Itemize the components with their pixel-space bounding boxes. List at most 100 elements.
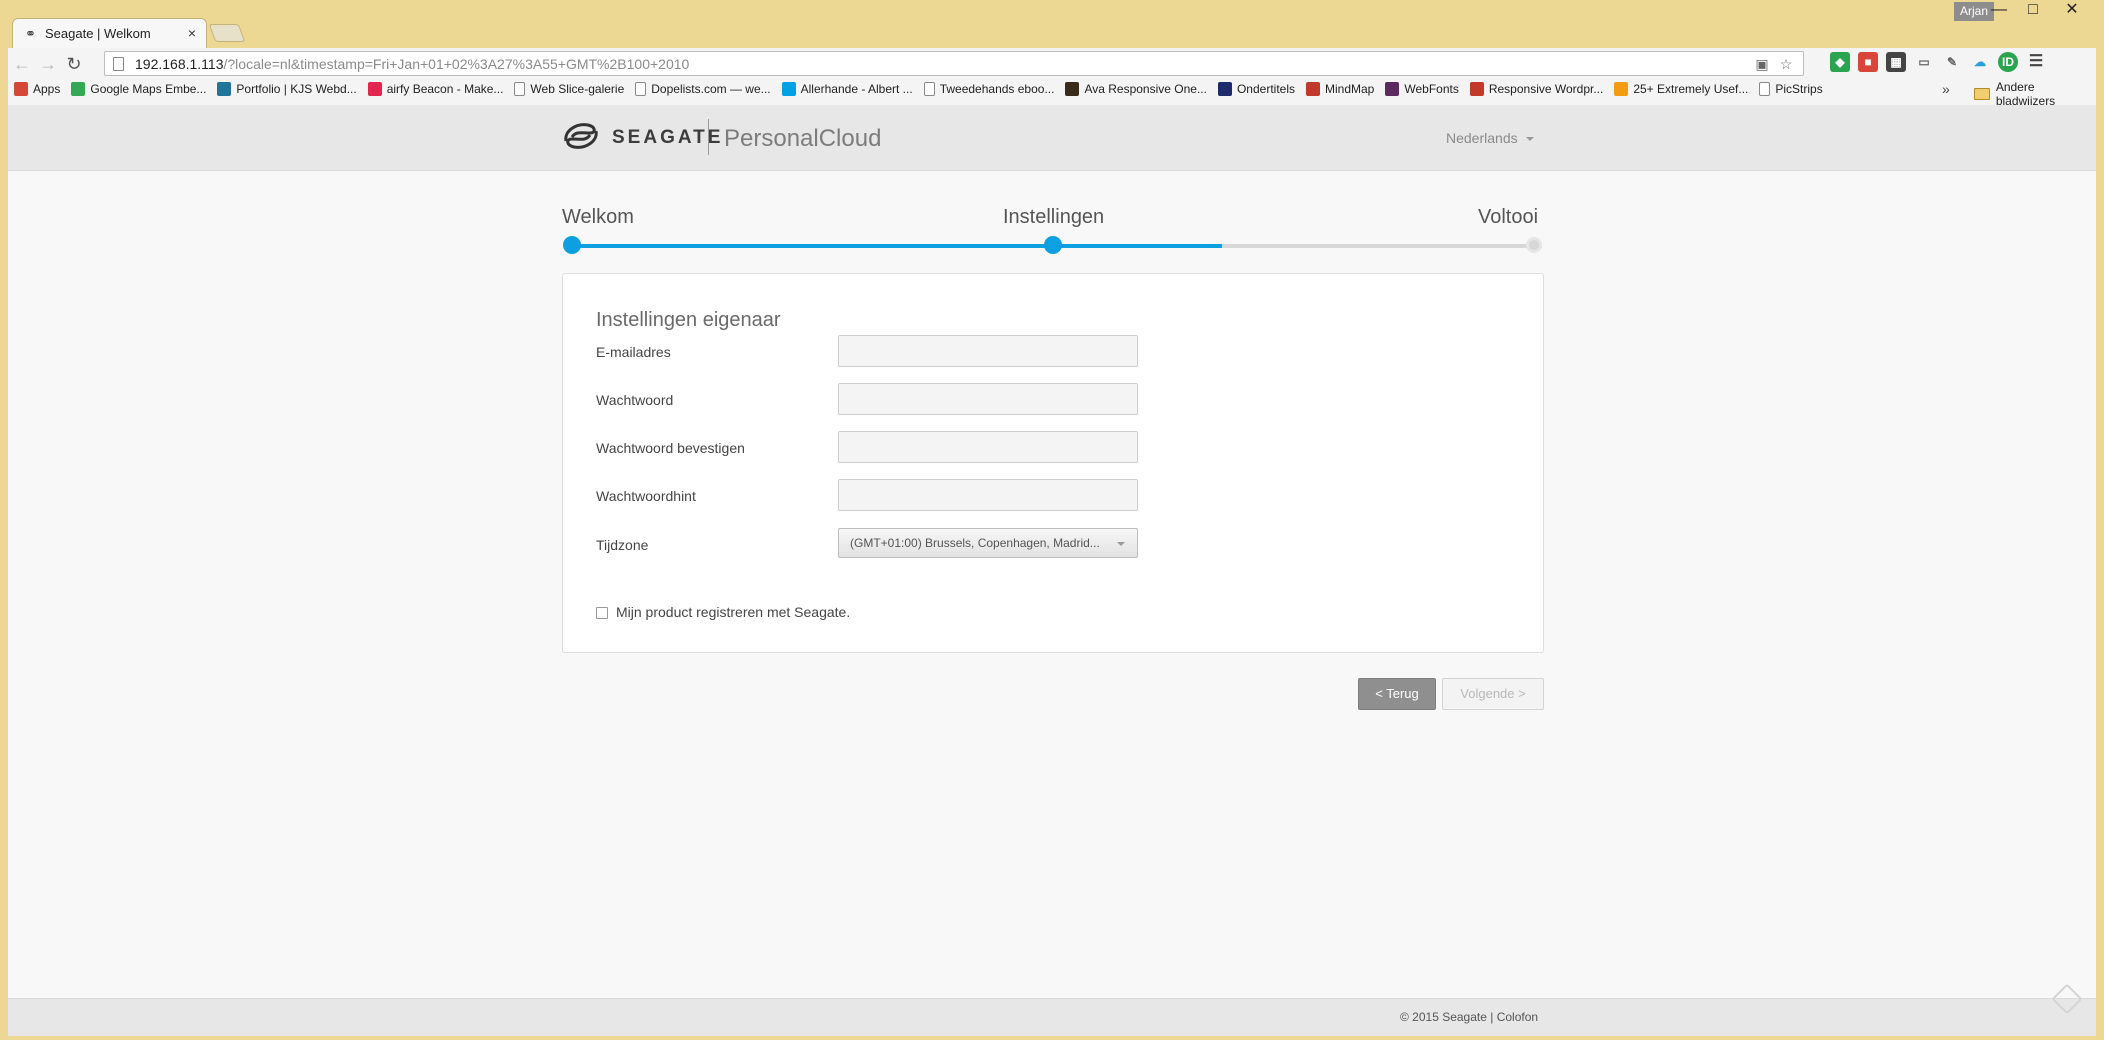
other-bookmarks-label: Andere bladwijzers [1995,80,2056,108]
color-picker-extension-icon[interactable]: ▦ [1886,52,1906,72]
chrome-menu-icon[interactable]: ☰ [2026,52,2046,72]
bookmark-label: Tweedehands eboo... [939,82,1055,96]
mindmap-icon [1306,82,1320,96]
footer-text: © 2015 Seagate | Colofon [1400,1010,1539,1024]
page-icon [923,82,935,96]
reload-icon[interactable]: ↻ [62,52,86,76]
confirm-password-label: Wachtwoord bevestigen [596,440,745,456]
password-hint-label: Wachtwoordhint [596,488,696,504]
evernote-extension-icon[interactable]: ◆ [1830,52,1850,72]
step-dot-welkom [563,236,581,254]
next-button[interactable]: Volgende > [1442,678,1544,710]
language-selector[interactable]: Nederlands [1446,130,1534,146]
browser-window: Arjan — □ ✕ ⚭ Seagate | Welkom × ← → ↻ 1… [0,0,2104,1040]
password-hint-field[interactable] [838,479,1138,511]
tab-close-icon[interactable]: × [188,25,196,41]
bookmark-label: 25+ Extremely Usef... [1633,82,1749,96]
address-bar[interactable]: 192.168.1.113/?locale=nl&timestamp=Fri+J… [104,51,1804,76]
webfonts-icon [1385,82,1400,96]
bookmark-item[interactable]: Allerhande - Albert ... [781,82,913,96]
bookmark-star-icon[interactable]: ☆ [1777,55,1795,73]
step-welkom-label: Welkom [562,206,634,228]
step-voltooi-label: Voltooi [1478,206,1539,228]
new-tab-button[interactable] [208,24,246,42]
chevron-down-icon [1525,137,1534,142]
maximize-icon[interactable]: □ [2016,0,2050,22]
bookmark-item[interactable]: airfy Beacon - Make... [367,82,504,96]
bookmarks-overflow-icon[interactable]: » [1942,81,1950,97]
owner-settings-card: Instellingen eigenaar E-mailadres Wachtw… [562,273,1544,653]
bookmark-item[interactable]: Web Slice-galerie [514,82,624,96]
bookmark-item[interactable]: Ondertitels [1217,82,1295,96]
bookmark-label: airfy Beacon - Make... [386,82,504,96]
bookmark-item[interactable]: WebFonts [1385,82,1459,96]
progress-fill [572,244,1222,248]
pencil-extension-icon[interactable]: ✎ [1942,52,1962,72]
bookmark-label: WebFonts [1404,82,1459,96]
other-bookmarks[interactable]: Andere bladwijzers [1974,80,2096,108]
minimize-icon[interactable]: — [1982,0,2016,22]
close-window-icon[interactable]: ✕ [2050,0,2094,22]
browser-tab[interactable]: ⚭ Seagate | Welkom × [12,18,207,48]
bookmark-label: Ava Responsive One... [1084,82,1207,96]
bookmark-label: MindMap [1325,82,1375,96]
reader-icon[interactable]: ▣ [1753,55,1771,73]
google-maps-icon [71,82,86,96]
bookmarks-bar: Apps Google Maps Embe... Portfolio | KJS W… [14,78,1834,100]
register-label[interactable]: Mijn product registreren met Seagate. [616,604,850,620]
page-viewport: SEAGATE PersonalCloud Nederlands Welkom … [8,105,2096,1036]
timezone-select[interactable]: (GMT+01:00) Brussels, Copenhagen, Madrid… [838,528,1138,558]
site-footer: © 2015 Seagate | Colofon [8,998,2096,1036]
bookmark-item[interactable]: Responsive Wordpr... [1469,82,1603,96]
password-field[interactable] [838,383,1138,415]
back-arrow-icon[interactable]: ← [10,52,34,76]
forward-arrow-icon[interactable]: → [36,52,60,76]
bookmark-label: Dopelists.com — we... [651,82,771,96]
step-dot-voltooi [1526,237,1542,253]
cast-icon[interactable]: ▭ [1914,52,1934,72]
cloud-extension-icon[interactable]: ☁ [1970,52,1990,72]
usef-icon [1614,82,1629,96]
bookmark-label: Web Slice-galerie [530,82,625,96]
bookmark-item[interactable]: 25+ Extremely Usef... [1614,82,1748,96]
go-icon [367,82,382,96]
page-icon [635,82,647,96]
seagate-favicon-icon: ⚭ [25,26,36,41]
bookmark-item[interactable]: Google Maps Embe... [71,82,206,96]
window-controls: — □ ✕ [1982,0,2094,22]
bookmark-item[interactable]: Tweedehands eboo... [923,82,1055,96]
bookmark-label: Google Maps Embe... [90,82,207,96]
email-field[interactable] [838,335,1138,367]
responsive-wp-icon [1469,82,1484,96]
page-info-icon[interactable] [113,57,124,71]
pdf-extension-icon[interactable]: ■ [1858,52,1878,72]
password-label: Wachtwoord [596,392,674,408]
back-button[interactable]: < Terug [1358,678,1436,710]
page-icon [1759,82,1771,96]
bookmark-label: PicStrips [1775,82,1823,96]
step-instellingen-label: Instellingen [1003,206,1105,228]
brand-wordmark: SEAGATE [612,127,724,148]
folder-icon [1974,88,1990,100]
url-text[interactable]: 192.168.1.113/?locale=nl&timestamp=Fri+J… [135,56,689,72]
apps-grid-icon [14,82,28,96]
bookmark-item[interactable]: Portfolio | KJS Webd... [217,82,357,96]
bookmark-item[interactable]: PicStrips [1759,82,1823,96]
tab-title: Seagate | Welkom [45,26,151,41]
ava-icon [1065,82,1080,96]
site-header: SEAGATE PersonalCloud Nederlands [8,105,2096,171]
logo-divider [708,119,709,155]
wordpress-icon [217,82,232,96]
confirm-password-field[interactable] [838,431,1138,463]
id-extension-icon[interactable]: ID [1998,52,2018,72]
bookmark-label: Portfolio | KJS Webd... [236,82,357,96]
extensions-bar: ◆ ■ ▦ ▭ ✎ ☁ ID ☰ [1830,52,2046,72]
page-icon [514,82,526,96]
chevron-down-icon [1117,542,1125,546]
bookmark-item[interactable]: Apps [14,82,60,96]
bookmark-item[interactable]: Ava Responsive One... [1065,82,1207,96]
register-checkbox[interactable] [596,607,608,619]
seagate-logo-icon [564,123,598,149]
bookmark-item[interactable]: Dopelists.com — we... [635,82,771,96]
bookmark-item[interactable]: MindMap [1306,82,1374,96]
